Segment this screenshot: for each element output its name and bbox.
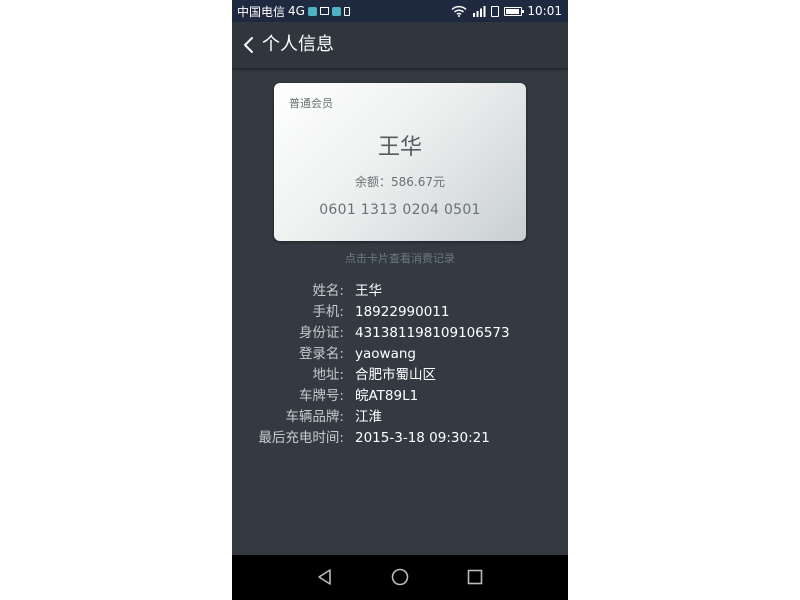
back-triangle-icon[interactable] xyxy=(316,568,334,586)
wifi-icon xyxy=(451,5,467,17)
status-bar-left: 中国电信 4G xyxy=(237,0,350,22)
info-value: 王华 xyxy=(355,283,382,299)
image-icon xyxy=(319,7,329,15)
chevron-left-icon[interactable] xyxy=(240,35,258,55)
battery-icon xyxy=(504,6,525,16)
card-holder-name: 王华 xyxy=(377,135,422,160)
info-value: yaowang xyxy=(355,346,416,362)
info-label: 身份证: xyxy=(298,325,344,341)
info-value: 431381198109106573 xyxy=(355,325,510,341)
info-row-vehicle-brand: 车辆品牌: 江淮 xyxy=(232,407,568,428)
info-label: 手机: xyxy=(312,304,344,320)
info-value: 江淮 xyxy=(355,409,382,425)
card-type-label: 普通会员 xyxy=(289,97,333,110)
info-value: 2015-3-18 09:30:21 xyxy=(355,430,490,446)
page-title: 个人信息 xyxy=(262,34,334,55)
profile-info-list: 姓名: 王华 手机: 18922990011 身份证: 431381198109… xyxy=(232,281,568,449)
status-bar: 中国电信 4G 10:01 xyxy=(232,0,568,22)
app-icon xyxy=(331,6,341,16)
info-row-phone: 手机: 18922990011 xyxy=(232,302,568,323)
info-row-login-name: 登录名: yaowang xyxy=(232,344,568,365)
status-bar-right: 10:01 xyxy=(451,0,562,22)
info-label: 地址: xyxy=(312,367,344,383)
phone-screen: 中国电信 4G 10:01 个人信息 普通会员 王华 余额：586.67元 06… xyxy=(232,0,568,600)
info-label: 车辆品牌: xyxy=(285,409,344,425)
phone-icon xyxy=(491,5,500,17)
system-nav-bar xyxy=(232,555,568,600)
info-row-address: 地址: 合肥市蜀山区 xyxy=(232,365,568,386)
info-row-name: 姓名: 王华 xyxy=(232,281,568,302)
info-label: 车牌号: xyxy=(298,388,344,404)
membership-card[interactable]: 普通会员 王华 余额：586.67元 0601 1313 0204 0501 xyxy=(274,83,526,241)
carrier-label: 中国电信 xyxy=(237,4,286,19)
info-value: 合肥市蜀山区 xyxy=(355,367,436,383)
info-row-last-charge-time: 最后充电时间: 2015-3-18 09:30:21 xyxy=(232,428,568,449)
app-icon xyxy=(307,6,317,16)
recents-square-icon[interactable] xyxy=(466,568,484,586)
info-row-id-card: 身份证: 431381198109106573 xyxy=(232,323,568,344)
info-row-plate-number: 车牌号: 皖AT89L1 xyxy=(232,386,568,407)
card-balance: 余额：586.67元 xyxy=(355,175,445,189)
home-circle-icon[interactable] xyxy=(391,568,409,586)
sim-icon xyxy=(343,6,350,16)
app-header: 个人信息 xyxy=(232,22,568,68)
info-label: 最后充电时间: xyxy=(258,430,344,446)
clock: 10:01 xyxy=(527,4,562,18)
network-type: 4G xyxy=(288,4,305,18)
info-label: 姓名: xyxy=(312,283,344,299)
info-value: 皖AT89L1 xyxy=(355,388,419,404)
signal-icon xyxy=(472,5,486,17)
info-value: 18922990011 xyxy=(355,304,450,320)
card-number: 0601 1313 0204 0501 xyxy=(319,202,481,218)
info-label: 登录名: xyxy=(298,346,344,362)
card-hint: 点击卡片查看消费记录 xyxy=(345,252,455,265)
